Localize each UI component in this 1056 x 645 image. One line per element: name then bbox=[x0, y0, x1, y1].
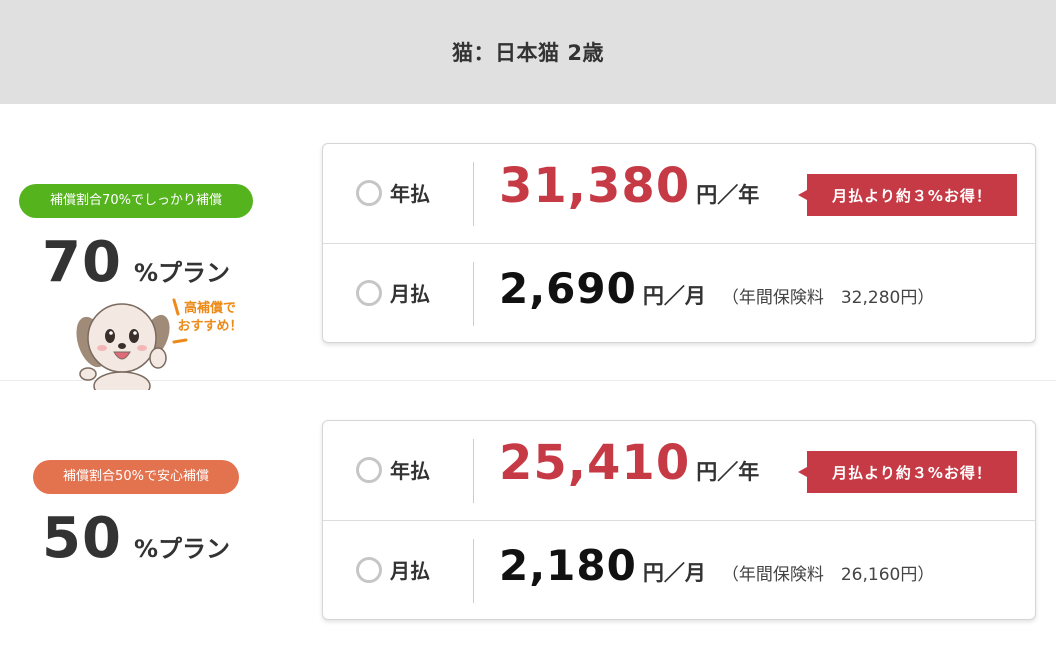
monthly-payment-radio[interactable] bbox=[356, 280, 382, 306]
dog-mascot-illustration: 高補償で おすすめ！ bbox=[70, 294, 260, 401]
monthly-payment-row[interactable]: 月払 2,180 円／月 （年間保険料 26,160円） bbox=[323, 521, 1035, 621]
pet-info-title: 猫：日本猫 2歳 bbox=[452, 41, 604, 65]
price-card-70: 年払 31,380 円／年 月払より約３%お得！ 月払 2,690 円／月 （年間保険… bbox=[322, 143, 1036, 343]
plan-suffix: %プラン bbox=[133, 259, 230, 287]
recommend-text-line2: おすすめ！ bbox=[177, 319, 243, 334]
plan-suffix: %プラン bbox=[133, 535, 230, 563]
monthly-payment-label: 月払 bbox=[390, 559, 430, 583]
discount-tag: 月払より約３%お得！ bbox=[798, 174, 1017, 216]
plan-section-50: 補償割合50%で安心補償 50 %プラン 年払 25,410 円／年 月払より約３%… bbox=[0, 382, 1056, 645]
dog-icon bbox=[76, 303, 170, 401]
row-divider bbox=[473, 262, 474, 326]
row-divider bbox=[473, 162, 474, 226]
annual-payment-row[interactable]: 年払 31,380 円／年 月払より約３%お得！ bbox=[323, 144, 1035, 244]
coverage-badge-50: 補償割合50%で安心補償 bbox=[33, 460, 239, 494]
monthly-payment-radio[interactable] bbox=[356, 557, 382, 583]
annual-amount-unit: 円／年 bbox=[696, 460, 760, 484]
annual-total-note: （年間保険料 32,280円） bbox=[721, 288, 935, 308]
monthly-amount-value: 2,690 bbox=[499, 264, 637, 313]
monthly-amount: 2,180 円／月 （年間保険料 26,160円） bbox=[499, 541, 934, 590]
monthly-payment-label: 月払 bbox=[390, 282, 430, 306]
coverage-badge-70: 補償割合70%でしっかり補償 bbox=[19, 184, 253, 218]
annual-amount-value: 25,410 bbox=[499, 435, 691, 491]
recommend-text-line1: 高補償で bbox=[183, 301, 236, 316]
monthly-payment-row[interactable]: 月払 2,690 円／月 （年間保険料 32,280円） bbox=[323, 244, 1035, 344]
plan-percent: 50 bbox=[42, 506, 122, 571]
price-card-50: 年払 25,410 円／年 月払より約３%お得！ 月払 2,180 円／月 （年間保険… bbox=[322, 420, 1036, 620]
plan-section-70: 補償割合70%でしっかり補償 70 %プラン 高補償で おすすめ！ 年払 31,… bbox=[0, 104, 1056, 401]
discount-tag: 月払より約３%お得！ bbox=[798, 451, 1017, 493]
annual-amount-value: 31,380 bbox=[499, 158, 691, 214]
annual-payment-label: 年払 bbox=[390, 459, 430, 483]
annual-amount: 25,410 円／年 bbox=[499, 435, 759, 491]
annual-payment-radio[interactable] bbox=[356, 180, 382, 206]
plan-label-70: 補償割合70%でしっかり補償 70 %プラン bbox=[0, 184, 272, 295]
annual-payment-radio[interactable] bbox=[356, 457, 382, 483]
monthly-amount-unit: 円／月 bbox=[642, 561, 706, 585]
annual-total-note: （年間保険料 26,160円） bbox=[721, 565, 935, 585]
plan-name-50: 50 %プラン bbox=[0, 506, 272, 571]
monthly-amount-unit: 円／月 bbox=[642, 284, 706, 308]
header-bar: 猫：日本猫 2歳 bbox=[0, 0, 1056, 104]
monthly-amount: 2,690 円／月 （年間保険料 32,280円） bbox=[499, 264, 934, 313]
row-divider bbox=[473, 539, 474, 603]
row-divider bbox=[473, 439, 474, 503]
plan-name-70: 70 %プラン bbox=[0, 230, 272, 295]
annual-amount: 31,380 円／年 bbox=[499, 158, 759, 214]
annual-amount-unit: 円／年 bbox=[696, 183, 760, 207]
annual-payment-label: 年払 bbox=[390, 182, 430, 206]
plan-percent: 70 bbox=[42, 230, 122, 295]
monthly-amount-value: 2,180 bbox=[499, 541, 637, 590]
annual-payment-row[interactable]: 年払 25,410 円／年 月払より約３%お得！ bbox=[323, 421, 1035, 521]
recommend-callout: 高補償で おすすめ！ bbox=[174, 300, 246, 336]
plan-label-50: 補償割合50%で安心補償 50 %プラン bbox=[0, 460, 272, 571]
